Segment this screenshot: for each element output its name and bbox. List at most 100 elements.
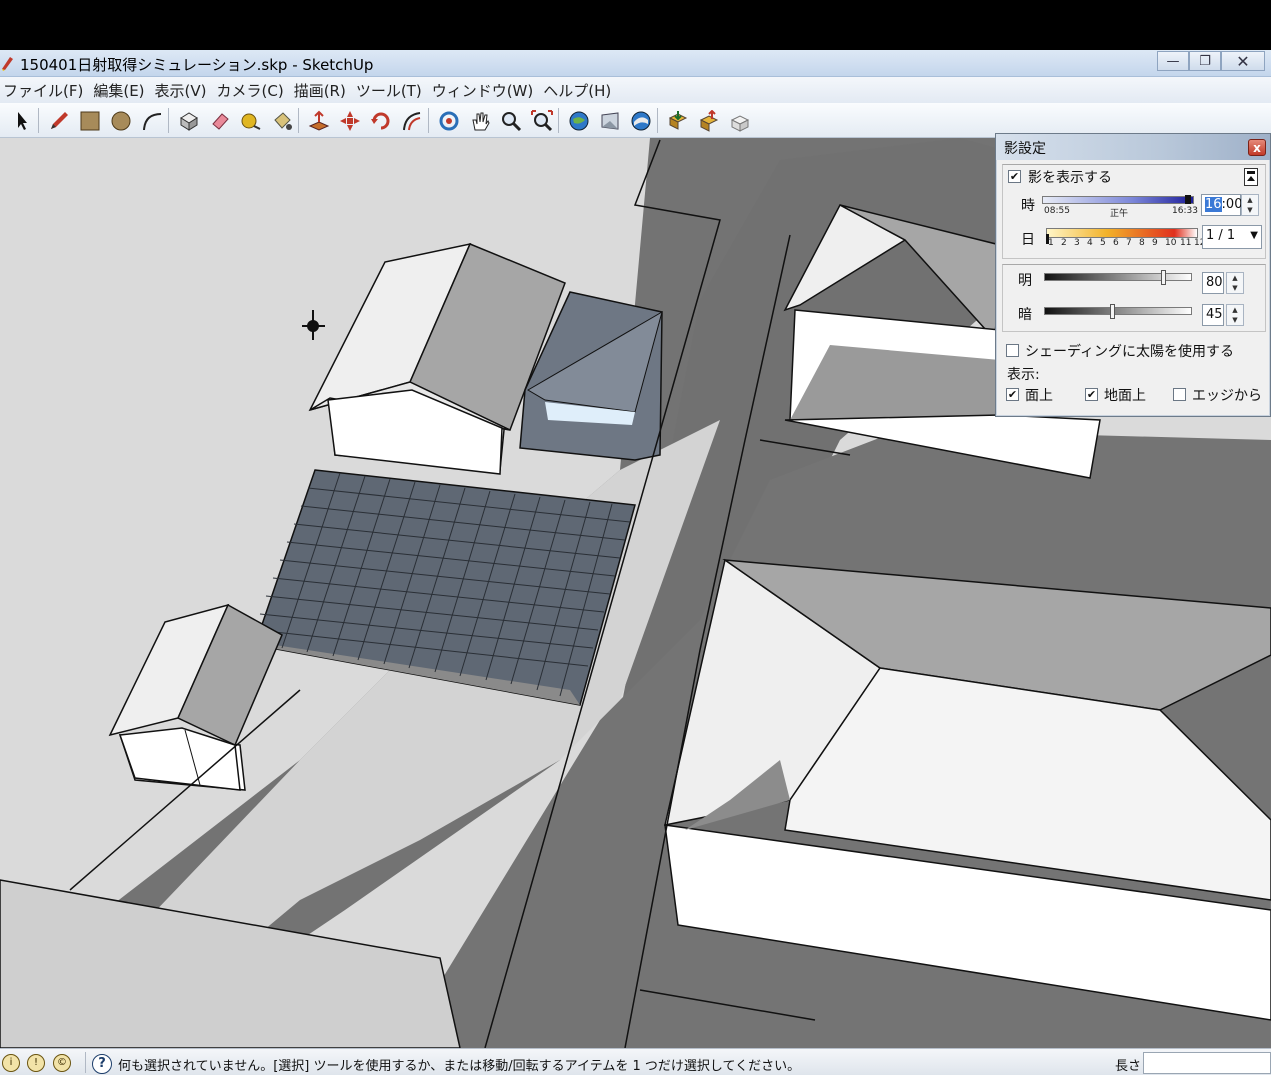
spin-down-icon[interactable]: ▼ xyxy=(1227,315,1243,325)
zoom-extents-icon xyxy=(530,109,553,131)
menu-help[interactable]: ヘルプ(H) xyxy=(540,80,618,101)
menu-camera[interactable]: カメラ(C) xyxy=(214,80,291,101)
on-ground-checkbox[interactable]: ✔ xyxy=(1085,388,1098,401)
pencil-icon xyxy=(50,111,68,129)
tape-measure-icon xyxy=(241,113,260,130)
push-pull-tool[interactable] xyxy=(305,107,332,134)
time-spinner[interactable]: ▲ ▼ xyxy=(1241,194,1259,216)
close-icon: ✕ xyxy=(1236,51,1250,71)
show-shadows-label: 影を表示する xyxy=(1028,170,1112,186)
close-button[interactable]: ✕ xyxy=(1221,51,1265,71)
tape-measure-tool[interactable] xyxy=(237,107,264,134)
dark-slider-thumb[interactable] xyxy=(1110,304,1115,319)
menu-file[interactable]: ファイル(F) xyxy=(0,80,90,101)
select-tool[interactable] xyxy=(8,107,35,134)
rotate-tool[interactable] xyxy=(367,107,394,134)
hand-icon xyxy=(471,112,490,130)
date-label: 日 xyxy=(1021,232,1035,248)
zoom-tool[interactable] xyxy=(497,107,524,134)
light-spinner[interactable]: ▲ ▼ xyxy=(1226,272,1244,294)
zoom-extents-tool[interactable] xyxy=(528,107,555,134)
spin-up-icon[interactable]: ▲ xyxy=(1227,305,1243,315)
light-input[interactable]: 80 xyxy=(1202,272,1224,294)
date-slider[interactable] xyxy=(1046,228,1198,238)
component-icon xyxy=(179,111,198,131)
shadow-settings-dialog: 影設定 x ✔ 影を表示する 時 08:55 正午 16:33 16:00 ▲ ▼… xyxy=(995,133,1271,417)
on-faces-checkbox[interactable]: ✔ xyxy=(1006,388,1019,401)
show-shadows-checkbox[interactable]: ✔ xyxy=(1008,170,1021,183)
arc-icon xyxy=(142,112,161,130)
arrow-icon xyxy=(17,111,27,130)
time-label: 時 xyxy=(1021,198,1035,214)
time-slider-thumb[interactable] xyxy=(1185,195,1191,204)
collapse-button[interactable] xyxy=(1244,168,1258,186)
paint-bucket-tool[interactable] xyxy=(268,107,295,134)
eraser-icon xyxy=(211,112,229,130)
measurements-input[interactable] xyxy=(1143,1052,1271,1074)
user-icon[interactable]: © xyxy=(53,1054,71,1072)
date-select[interactable]: 1 / 1 ▼ xyxy=(1202,225,1262,249)
dark-slider[interactable] xyxy=(1044,307,1192,315)
credits-icon[interactable]: ! xyxy=(27,1054,45,1072)
from-edges-checkbox[interactable] xyxy=(1173,388,1186,401)
time-slider[interactable] xyxy=(1042,196,1194,204)
minimize-button[interactable]: — xyxy=(1157,51,1189,71)
shadow-dialog-title-bar[interactable]: 影設定 x xyxy=(996,134,1270,160)
menu-view[interactable]: 表示(V) xyxy=(152,80,214,101)
status-message: 何も選択されていません。[選択] ツールを使用するか、または移動/回転するアイテ… xyxy=(118,1059,801,1074)
dark-input[interactable]: 45 xyxy=(1202,304,1224,326)
collapse-icon xyxy=(1247,171,1255,174)
restore-icon: ❐ xyxy=(1199,53,1211,69)
dark-spinner[interactable]: ▲ ▼ xyxy=(1226,304,1244,326)
from-edges-label: エッジから xyxy=(1192,388,1262,404)
offset-tool[interactable] xyxy=(398,107,425,134)
pan-tool[interactable] xyxy=(466,107,493,134)
previous-view-tool[interactable] xyxy=(565,107,592,134)
spin-down-icon[interactable]: ▼ xyxy=(1227,283,1243,293)
menu-bar: ファイル(F) 編集(E) 表示(V) カメラ(C) 描画(R) ツール(T) … xyxy=(0,77,1271,103)
rotate-icon xyxy=(370,112,389,129)
help-icon[interactable]: ? xyxy=(92,1054,112,1074)
title-bar[interactable]: 150401日射取得シミュレーション.skp - SketchUp — ❐ ✕ xyxy=(0,50,1271,77)
display-label: 表示: xyxy=(1007,367,1040,383)
time-noon-label: 正午 xyxy=(1110,209,1129,219)
next-view-tool[interactable] xyxy=(596,107,623,134)
menu-edit[interactable]: 編集(E) xyxy=(90,80,151,101)
light-slider-thumb[interactable] xyxy=(1161,270,1166,285)
use-sun-shading-label: シェーディングに太陽を使用する xyxy=(1025,344,1235,360)
make-component-tool[interactable] xyxy=(175,107,202,134)
spin-up-icon[interactable]: ▲ xyxy=(1227,273,1243,283)
get-models-icon xyxy=(668,110,687,130)
restore-button[interactable]: ❐ xyxy=(1189,51,1221,71)
use-sun-shading-checkbox[interactable] xyxy=(1006,344,1019,357)
menu-window[interactable]: ウィンドウ(W) xyxy=(429,80,541,101)
orbit-tool[interactable] xyxy=(435,107,462,134)
menu-tools[interactable]: ツール(T) xyxy=(353,80,429,101)
rectangle-tool[interactable] xyxy=(76,107,103,134)
light-slider[interactable] xyxy=(1044,273,1192,281)
share-component-tool[interactable] xyxy=(726,107,753,134)
window-title: 150401日射取得シミュレーション.skp - SketchUp xyxy=(20,56,374,74)
line-tool[interactable] xyxy=(45,107,72,134)
geo-location-icon[interactable]: i xyxy=(2,1054,20,1072)
close-icon: x xyxy=(1253,140,1261,155)
share-model-tool[interactable] xyxy=(695,107,722,134)
status-bar: i ! © ? 何も選択されていません。[選択] ツールを使用するか、または移動… xyxy=(0,1048,1271,1075)
move-icon xyxy=(339,110,360,131)
eraser-tool[interactable] xyxy=(206,107,233,134)
on-ground-label: 地面上 xyxy=(1104,388,1146,404)
shadow-dialog-title: 影設定 xyxy=(1004,141,1046,157)
shadow-dialog-close-button[interactable]: x xyxy=(1248,139,1266,156)
get-models-tool[interactable] xyxy=(664,107,691,134)
circle-tool[interactable] xyxy=(107,107,134,134)
time-input[interactable]: 16:00 xyxy=(1201,194,1242,216)
spin-up-icon[interactable]: ▲ xyxy=(1242,195,1258,205)
move-tool[interactable] xyxy=(336,107,363,134)
position-camera-tool[interactable] xyxy=(627,107,654,134)
offset-icon xyxy=(402,111,420,130)
menu-draw[interactable]: 描画(R) xyxy=(291,80,353,101)
arc-tool[interactable] xyxy=(138,107,165,134)
push-pull-icon xyxy=(308,110,329,131)
time-start-label: 08:55 xyxy=(1044,206,1070,216)
spin-down-icon[interactable]: ▼ xyxy=(1242,205,1258,215)
